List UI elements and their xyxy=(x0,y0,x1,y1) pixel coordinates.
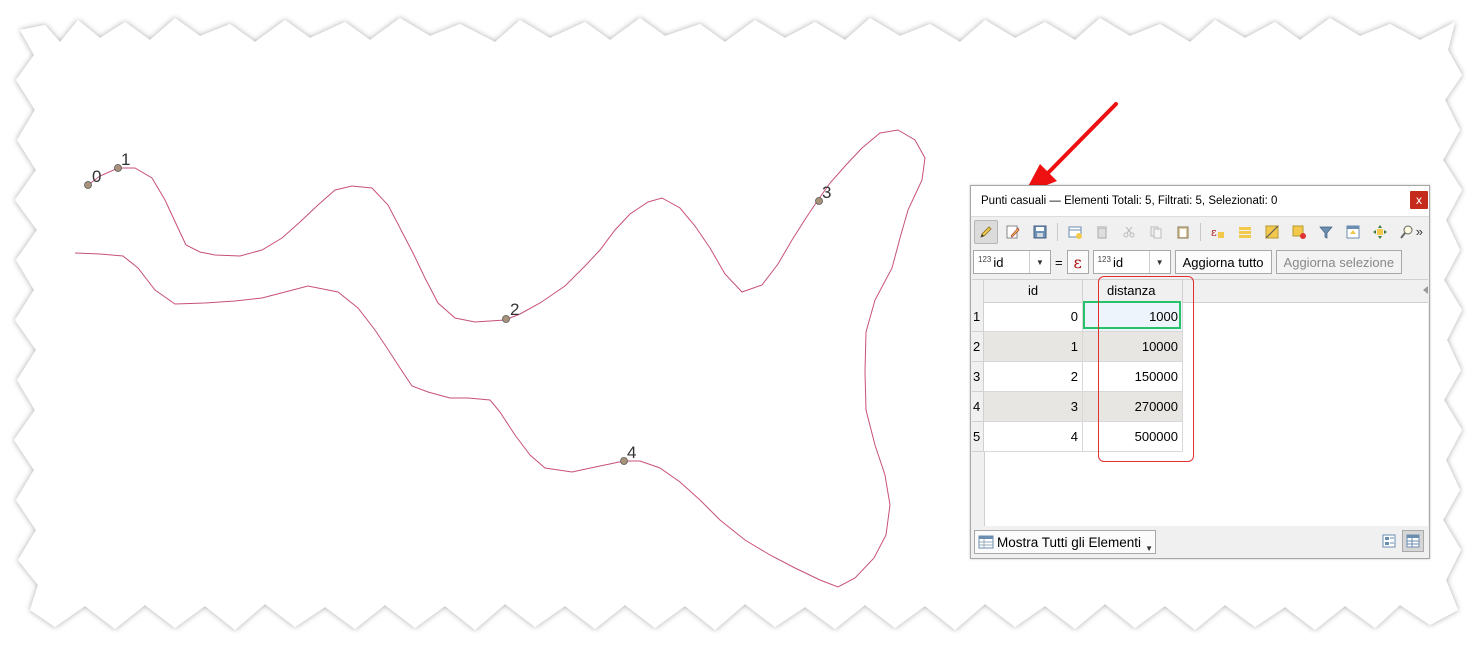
row-header-filler xyxy=(972,452,985,526)
expression-field-value: id xyxy=(1112,254,1124,270)
expression-field-select[interactable]: 123 id ▼ xyxy=(1092,250,1171,274)
attribute-table-window[interactable]: Punti casuali — Elementi Totali: 5, Filt… xyxy=(970,185,1430,559)
delete-icon[interactable] xyxy=(1090,220,1114,244)
svg-text:ε: ε xyxy=(1211,226,1217,239)
row-number[interactable]: 3 xyxy=(972,362,984,392)
save-icon[interactable] xyxy=(1028,220,1052,244)
row-number[interactable]: 2 xyxy=(972,332,984,362)
cut-icon[interactable] xyxy=(1117,220,1141,244)
chevron-down-icon: ▼ xyxy=(1029,251,1050,273)
pencil-icon[interactable] xyxy=(974,220,998,244)
attribute-toolbar: ε xyxy=(971,217,1429,247)
deselect-icon[interactable] xyxy=(1287,220,1311,244)
chevron-down-icon: ▼ xyxy=(1145,544,1154,553)
window-title: Punti casuali — Elementi Totali: 5, Filt… xyxy=(981,195,1278,207)
show-all-features-button[interactable]: Mostra Tutti gli Elementi ▼ xyxy=(974,530,1157,554)
expression-select-icon[interactable]: ε xyxy=(1206,220,1230,244)
field-select-value: id xyxy=(993,254,1004,270)
form-view-icon xyxy=(1382,534,1396,548)
row-number[interactable]: 4 xyxy=(972,392,984,422)
toolbar-overflow-button[interactable]: » xyxy=(1416,224,1423,239)
point-label-4: 4 xyxy=(627,443,636,462)
copy-icon[interactable] xyxy=(1144,220,1168,244)
point-label-2: 2 xyxy=(510,300,519,319)
move-top-icon[interactable] xyxy=(1341,220,1365,244)
expression-button[interactable]: ε xyxy=(1066,250,1089,274)
close-button[interactable]: x xyxy=(1410,191,1428,209)
point-label-1: 1 xyxy=(121,150,130,169)
chevron-down-icon: ▼ xyxy=(1148,251,1170,273)
grid-header: id distanza xyxy=(972,280,1428,303)
status-bar: Mostra Tutti gli Elementi ▼ xyxy=(972,527,1428,557)
row-number[interactable]: 5 xyxy=(972,422,984,452)
point-marker-0[interactable] xyxy=(84,181,92,189)
paste-icon[interactable] xyxy=(1171,220,1195,244)
cell-id[interactable]: 4 xyxy=(984,422,1083,452)
toolbar-separator xyxy=(1057,223,1058,241)
row-number[interactable]: 1 xyxy=(972,302,984,332)
field-type-badge: 123 xyxy=(1097,254,1111,264)
table-view-icon xyxy=(1406,534,1420,548)
highlight-box-distanza xyxy=(1098,276,1194,462)
update-all-button[interactable]: Aggiorna tutto xyxy=(1174,250,1272,274)
filter-icon[interactable] xyxy=(1314,220,1338,244)
table-icon xyxy=(978,535,994,549)
toolbar-separator xyxy=(1200,223,1201,241)
pan-to-icon[interactable] xyxy=(1368,220,1392,244)
form-view-button[interactable] xyxy=(1378,530,1400,552)
column-header-id[interactable]: id xyxy=(984,280,1083,302)
point-label-0: 0 xyxy=(92,167,101,186)
attribute-grid[interactable]: id distanza 1 0 1000 2 1 10000 3 2 15000… xyxy=(972,279,1428,526)
edit-multiple-icon[interactable] xyxy=(1001,220,1025,244)
field-calculator-bar: 123 id ▼ = ε 123 id ▼ Aggiorna tutto Agg… xyxy=(971,247,1429,277)
cell-id[interactable]: 3 xyxy=(984,392,1083,422)
update-selection-button[interactable]: Aggiorna selezione xyxy=(1275,250,1403,274)
invert-selection-icon[interactable] xyxy=(1260,220,1284,244)
window-titlebar[interactable]: Punti casuali — Elementi Totali: 5, Filt… xyxy=(971,186,1429,217)
show-all-label: Mostra Tutti gli Elementi xyxy=(997,534,1142,550)
select-all-icon[interactable] xyxy=(1233,220,1257,244)
cell-id[interactable]: 0 xyxy=(984,302,1083,332)
cell-id[interactable]: 2 xyxy=(984,362,1083,392)
corner-cell[interactable] xyxy=(972,280,984,302)
table-view-button[interactable] xyxy=(1402,530,1424,552)
new-field-icon[interactable] xyxy=(1063,220,1087,244)
cell-id[interactable]: 1 xyxy=(984,332,1083,362)
header-scroll-marker xyxy=(1423,286,1428,294)
field-select[interactable]: 123 id ▼ xyxy=(973,250,1051,274)
point-marker-2[interactable] xyxy=(502,315,510,323)
point-label-3: 3 xyxy=(822,183,831,202)
field-type-badge: 123 xyxy=(978,254,992,264)
equals-sign: = xyxy=(1055,254,1063,270)
